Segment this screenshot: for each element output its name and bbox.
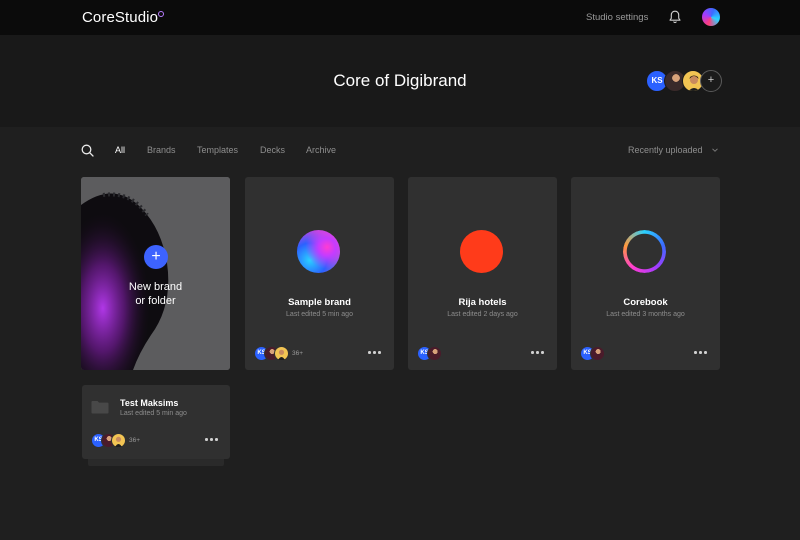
last-edited: Last edited 5 min ago <box>286 311 353 318</box>
tab-archive[interactable]: Archive <box>306 145 336 155</box>
avatar <box>590 346 605 361</box>
new-card-label: or folder <box>135 294 176 307</box>
last-edited: Last edited 2 days ago <box>447 311 518 318</box>
brand-card-corebook[interactable]: Corebook Last edited 3 months ago KS <box>571 177 720 370</box>
tab-decks[interactable]: Decks <box>260 145 285 155</box>
add-icon[interactable]: + <box>144 245 168 269</box>
more-options-button[interactable] <box>205 436 219 442</box>
avatar <box>111 433 126 448</box>
search-icon[interactable] <box>81 144 94 157</box>
folder-icon <box>91 401 109 414</box>
studio-settings-link[interactable]: Studio settings <box>586 12 648 23</box>
filter-bar: All Brands Templates Decks Archive Recen… <box>0 140 800 162</box>
logo-dot-icon <box>158 11 164 17</box>
brand-name: Corebook <box>623 297 668 308</box>
brand-logo <box>623 230 666 273</box>
brand-name: Sample brand <box>288 297 351 308</box>
sort-dropdown[interactable]: Recently uploaded <box>628 145 703 155</box>
folder-card-test-maksims[interactable]: Test Maksims Last edited 5 min ago KS 36… <box>82 385 230 459</box>
folder-name: Test Maksims <box>120 398 179 408</box>
avatar <box>274 346 289 361</box>
tab-brands[interactable]: Brands <box>147 145 176 155</box>
app-logo[interactable]: CoreStudio <box>82 9 158 26</box>
brand-card-sample-brand[interactable]: Sample brand Last edited 5 min ago KS 36… <box>245 177 394 370</box>
brand-logo <box>297 230 340 273</box>
add-member-button[interactable]: + <box>700 70 722 92</box>
chevron-down-icon[interactable] <box>711 146 719 154</box>
avatar <box>427 346 442 361</box>
last-edited: Last edited 3 months ago <box>606 311 685 318</box>
brand-logo <box>460 230 503 273</box>
bell-icon[interactable] <box>667 9 683 25</box>
brand-name: Rija hotels <box>458 297 507 308</box>
tab-all[interactable]: All <box>115 145 125 155</box>
new-brand-card[interactable]: + New brand or folder <box>81 177 230 370</box>
brand-card-rija-hotels[interactable]: Rija hotels Last edited 2 days ago KS <box>408 177 557 370</box>
member-count: 36+ <box>292 350 304 357</box>
new-card-artwork <box>81 177 230 370</box>
more-options-button[interactable] <box>368 349 382 355</box>
more-options-button[interactable] <box>694 349 708 355</box>
tab-templates[interactable]: Templates <box>197 145 238 155</box>
profile-avatar[interactable] <box>702 8 720 26</box>
more-options-button[interactable] <box>531 349 545 355</box>
studio-header: Core of Digibrand KS + <box>0 35 800 127</box>
top-navigation-bar: CoreStudio Studio settings <box>0 0 800 35</box>
new-card-label: New brand <box>128 281 183 293</box>
member-count: 36+ <box>129 437 141 444</box>
last-edited: Last edited 5 min ago <box>120 410 187 417</box>
